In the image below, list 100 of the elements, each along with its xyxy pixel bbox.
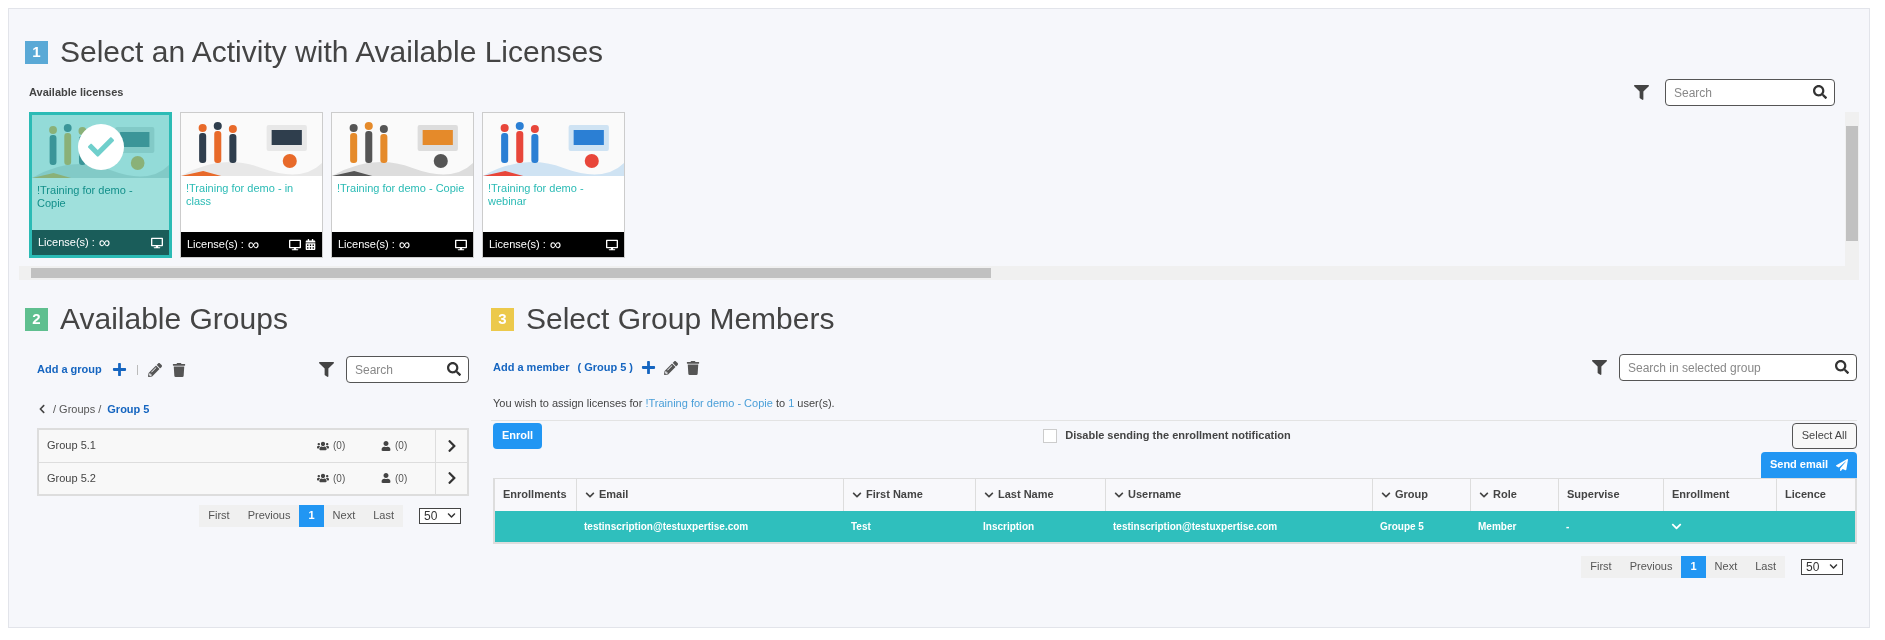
column-header[interactable]: Supervise [1558,478,1663,511]
column-header[interactable]: First Name [843,478,975,511]
column-header[interactable]: Email [576,478,843,511]
sort-icon [852,489,862,500]
vertical-scrollbar[interactable] [1845,112,1859,280]
page-link[interactable]: Previous [1620,555,1682,578]
section-title: Select Group Members [526,304,835,334]
select-all-button[interactable]: Select All [1791,422,1857,449]
scrollbar-thumb[interactable] [1846,126,1858,241]
activity-card[interactable]: !Training for demo - webinar License(s) : ∞ [482,112,625,258]
column-header[interactable]: Role [1470,478,1558,511]
search-field[interactable]: Search in selected group [1619,354,1857,381]
step-number-badge: 2 [25,307,48,331]
member-count: (0) [395,439,409,453]
trash-icon[interactable] [171,362,186,377]
search-field[interactable]: Search [346,356,469,383]
sort-icon [585,489,595,500]
license-label: License(s) : [38,235,95,251]
users-icon [317,472,329,484]
add-group-link[interactable]: Add a group [37,361,102,378]
checkbox-label: Disable sending the enrollment notification [1065,428,1291,444]
monitor-icon [289,238,301,251]
member-count: (0) [395,471,409,486]
plus-icon[interactable] [641,360,657,375]
sort-icon [1114,489,1124,500]
scrollbar-thumb[interactable] [31,268,991,278]
notification-checkbox[interactable] [1043,428,1058,443]
page-size-select[interactable]: 50 [1801,558,1843,575]
license-count: ∞ [398,236,411,253]
card-title: !Training for demo - Copie [336,181,466,196]
breadcrumb-path[interactable]: / Groups / [53,401,102,418]
column-header[interactable]: Enrollments [495,478,576,511]
card-title: !Training for demo - webinar [487,181,585,209]
license-count: ∞ [98,234,111,251]
breadcrumb-current: Group 5 [107,402,150,417]
page-size-select[interactable]: 50 [419,507,461,524]
sort-icon [1381,489,1391,500]
trash-icon[interactable] [686,360,701,375]
search-icon [1835,360,1849,374]
section-title: Select an Activity with Available Licenses [60,37,604,67]
sort-icon [984,489,994,500]
user-icon [381,440,391,451]
sort-icon [1479,489,1489,500]
column-header[interactable]: Licence [1776,478,1855,511]
group-reference: ( Group 5 ) [577,360,634,376]
monitor-icon [151,236,163,249]
step-number-badge: 3 [491,307,514,331]
table-cell: testinscription@testuxpertise.com [1113,520,1278,532]
page-link[interactable]: Previous [238,504,300,527]
team-count: (0) [333,439,347,453]
column-header[interactable]: Enrollment [1663,478,1776,511]
table-cell: testinscription@testuxpertise.com [584,520,749,532]
page-link[interactable]: Next [323,504,365,527]
pencil-icon[interactable] [147,362,162,377]
activity-card[interactable]: !Training for demo - in class License(s) : ∞ [180,112,323,258]
group-name: Group 5.1 [46,438,97,454]
license-label: License(s) : [338,237,395,253]
search-field[interactable]: Search [1665,79,1835,106]
column-header[interactable]: Group [1372,478,1470,511]
pencil-icon[interactable] [664,360,679,375]
filter-icon[interactable] [319,362,334,377]
back-icon[interactable] [37,404,47,415]
assignment-notice: You wish to assign licenses for !Training for demo - Copie to 1 user(s). [492,396,836,411]
user-icon [381,473,391,483]
caret-icon [447,511,456,520]
table-cell: Inscription [983,520,1035,532]
section-title: Available Groups [60,304,288,334]
column-header[interactable]: Username [1105,478,1372,511]
card-title: !Training for demo - in class [185,181,295,209]
plus-icon[interactable] [111,362,127,377]
horizontal-scrollbar[interactable] [19,266,1845,280]
table-cell: - [1566,520,1570,532]
calendar-icon [305,239,316,250]
license-count: ∞ [549,236,562,253]
activity-card[interactable]: !Training for demo - Copie License(s) : ∞ [29,112,172,258]
group-row[interactable]: Group 5.1 (0) (0) [39,429,467,462]
add-member-link[interactable]: Add a member [493,359,570,376]
page-link[interactable]: Last [1746,555,1785,578]
filter-icon[interactable] [1592,360,1607,375]
filter-icon[interactable] [1634,85,1649,100]
page-link[interactable]: Last [364,504,403,527]
page-link[interactable]: First [199,504,239,527]
activity-card[interactable]: !Training for demo - Copie License(s) : ∞ [331,112,474,258]
card-title: !Training for demo - Copie [36,183,134,211]
team-count: (0) [333,471,347,486]
group-name: Group 5.2 [46,470,97,486]
page-link[interactable]: Next [1705,555,1747,578]
monitor-icon [606,238,618,251]
caret-icon [1829,562,1838,571]
table-cell: Groupe 5 [1380,520,1424,532]
send-icon [1836,458,1848,471]
table-cell: Member [1478,520,1517,532]
column-header[interactable]: Last Name [975,478,1105,511]
license-count: ∞ [247,236,260,253]
users-icon [317,439,329,452]
page-link[interactable]: First [1581,555,1621,578]
step-number-badge: 1 [25,40,48,64]
license-label: License(s) : [187,237,244,253]
group-row[interactable]: Group 5.2 (0) (0) [39,461,467,494]
monitor-icon [455,238,467,251]
